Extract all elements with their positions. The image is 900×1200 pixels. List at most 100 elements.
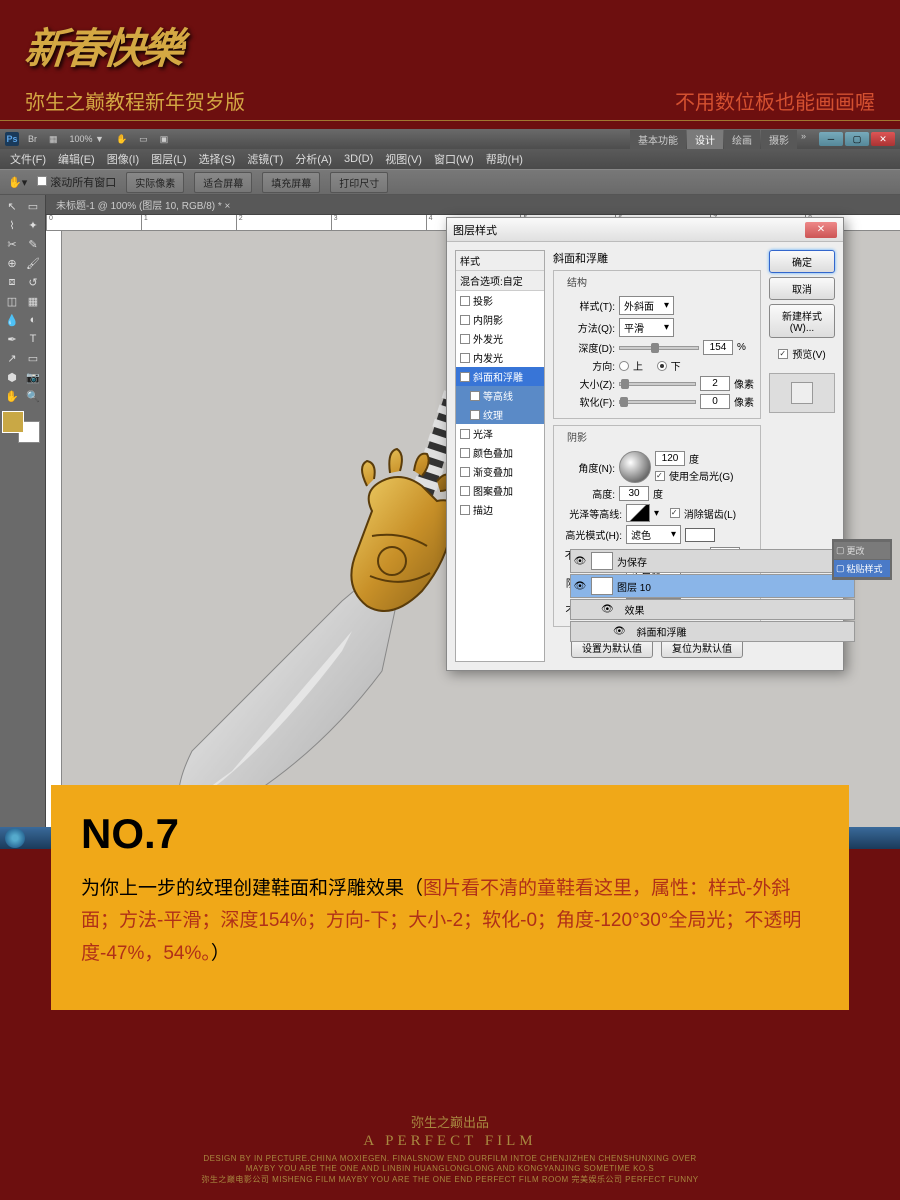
close-button[interactable]: ✕ <box>871 132 895 146</box>
workspace-more-icon[interactable]: » <box>798 130 809 149</box>
new-style-button[interactable]: 新建样式(W)... <box>769 304 835 338</box>
menu-image[interactable]: 图像(I) <box>102 149 144 169</box>
layer-row[interactable]: 👁为保存 <box>570 549 855 573</box>
menu-view[interactable]: 视图(V) <box>380 149 427 169</box>
depth-input[interactable]: 154 <box>703 340 733 355</box>
screen-icon[interactable]: ▣ <box>157 133 172 146</box>
style-satin[interactable]: 光泽 <box>456 424 544 443</box>
highlight-color[interactable] <box>685 528 715 542</box>
minimize-button[interactable]: ─ <box>819 132 843 146</box>
color-swatch[interactable] <box>2 411 40 443</box>
dialog-close-button[interactable]: ✕ <box>805 222 837 238</box>
depth-slider[interactable] <box>619 346 699 350</box>
menu-file[interactable]: 文件(F) <box>5 149 51 169</box>
history-item-selected[interactable]: ▢粘贴样式 <box>834 560 890 577</box>
hand-icon[interactable]: ✋ <box>113 133 130 146</box>
path-tool[interactable]: ↗ <box>2 349 22 367</box>
style-inner-shadow[interactable]: 内阴影 <box>456 310 544 329</box>
3d-camera-tool[interactable]: 📷 <box>23 368 43 386</box>
3d-tool[interactable]: ⬢ <box>2 368 22 386</box>
workspace-tab[interactable]: 绘画 <box>724 130 760 149</box>
gradient-tool[interactable]: ▦ <box>23 292 43 310</box>
hand-tool-icon[interactable]: ✋▾ <box>8 176 27 189</box>
styles-header[interactable]: 样式 <box>456 251 544 271</box>
mb-icon[interactable]: ▦ <box>46 133 61 146</box>
style-color-overlay[interactable]: 颜色叠加 <box>456 443 544 462</box>
shape-tool[interactable]: ▭ <box>23 349 43 367</box>
gloss-contour[interactable] <box>626 504 650 522</box>
style-gradient-overlay[interactable]: 渐变叠加 <box>456 462 544 481</box>
start-button[interactable] <box>5 828 25 848</box>
style-bevel-emboss[interactable]: 斜面和浮雕 <box>456 367 544 386</box>
antialias-checkbox[interactable] <box>670 508 680 518</box>
style-stroke[interactable]: 描边 <box>456 500 544 519</box>
hand-tool[interactable]: ✋ <box>2 387 22 405</box>
zoom-display[interactable]: 100% ▼ <box>67 133 107 145</box>
fill-screen-button[interactable]: 填充屏幕 <box>262 172 320 193</box>
document-tab[interactable]: 未标题-1 @ 100% (图层 10, RGB/8) * × <box>46 195 900 215</box>
view-icon[interactable]: ▭ <box>136 133 151 146</box>
menu-analysis[interactable]: 分析(A) <box>290 149 337 169</box>
style-pattern-overlay[interactable]: 图案叠加 <box>456 481 544 500</box>
altitude-input[interactable]: 30 <box>619 486 649 501</box>
menu-filter[interactable]: 滤镜(T) <box>242 149 288 169</box>
layer-row-selected[interactable]: 👁图层 10 <box>570 574 855 598</box>
scroll-all-checkbox[interactable]: 滚动所有窗口 <box>37 174 116 190</box>
menu-3d[interactable]: 3D(D) <box>339 151 378 167</box>
brush-tool[interactable]: 🖌 <box>23 254 43 272</box>
workspace-tab[interactable]: 设计 <box>687 130 723 149</box>
cancel-button[interactable]: 取消 <box>769 277 835 300</box>
size-input[interactable]: 2 <box>700 376 730 391</box>
soften-slider[interactable] <box>619 400 696 404</box>
type-tool[interactable]: T <box>23 330 43 348</box>
menu-help[interactable]: 帮助(H) <box>481 149 528 169</box>
style-texture[interactable]: 纹理 <box>456 405 544 424</box>
global-light-checkbox[interactable] <box>655 471 665 481</box>
dodge-tool[interactable]: ◐ <box>23 311 43 329</box>
highlight-mode-select[interactable]: 滤色▾ <box>626 525 681 544</box>
style-contour[interactable]: 等高线 <box>456 386 544 405</box>
layer-effect-bevel[interactable]: 👁 斜面和浮雕 <box>570 621 855 642</box>
wand-tool[interactable]: ✦ <box>23 216 43 234</box>
zoom-tool[interactable]: 🔍 <box>23 387 43 405</box>
style-drop-shadow[interactable]: 投影 <box>456 291 544 310</box>
actual-pixels-button[interactable]: 实际像素 <box>126 172 184 193</box>
menu-edit[interactable]: 编辑(E) <box>53 149 100 169</box>
dir-down-radio[interactable] <box>657 361 667 371</box>
style-outer-glow[interactable]: 外发光 <box>456 329 544 348</box>
style-select[interactable]: 外斜面▾ <box>619 296 674 315</box>
angle-dial[interactable] <box>619 451 651 483</box>
pen-tool[interactable]: ✒ <box>2 330 22 348</box>
blur-tool[interactable]: 💧 <box>2 311 22 329</box>
eraser-tool[interactable]: ◫ <box>2 292 22 310</box>
preview-checkbox[interactable] <box>778 349 788 359</box>
move-tool[interactable]: ↖ <box>2 197 22 215</box>
eyedropper-tool[interactable]: ✎ <box>23 235 43 253</box>
dialog-titlebar[interactable]: 图层样式 ✕ <box>447 218 843 242</box>
angle-input[interactable]: 120 <box>655 451 685 466</box>
healing-tool[interactable]: ⊕ <box>2 254 22 272</box>
print-size-button[interactable]: 打印尺寸 <box>330 172 388 193</box>
style-inner-glow[interactable]: 内发光 <box>456 348 544 367</box>
workspace-tab[interactable]: 基本功能 <box>630 130 686 149</box>
bridge-icon[interactable]: Br <box>25 133 40 145</box>
menu-select[interactable]: 选择(S) <box>194 149 241 169</box>
marquee-tool[interactable]: ▭ <box>23 197 43 215</box>
crop-tool[interactable]: ✂ <box>2 235 22 253</box>
menu-window[interactable]: 窗口(W) <box>429 149 479 169</box>
foreground-color[interactable] <box>2 411 24 433</box>
blend-options[interactable]: 混合选项:自定 <box>456 271 544 291</box>
dir-up-radio[interactable] <box>619 361 629 371</box>
soften-input[interactable]: 0 <box>700 394 730 409</box>
workspace-tab[interactable]: 摄影 <box>761 130 797 149</box>
layer-effects[interactable]: 👁 效果 <box>570 599 855 620</box>
lasso-tool[interactable]: ⌇ <box>2 216 22 234</box>
maximize-button[interactable]: ▢ <box>845 132 869 146</box>
fit-screen-button[interactable]: 适合屏幕 <box>194 172 252 193</box>
stamp-tool[interactable]: ⧈ <box>2 273 22 291</box>
history-item[interactable]: ▢更改 <box>834 542 890 559</box>
size-slider[interactable] <box>619 382 696 386</box>
menu-layer[interactable]: 图层(L) <box>146 149 191 169</box>
ok-button[interactable]: 确定 <box>769 250 835 273</box>
method-select[interactable]: 平滑▾ <box>619 318 674 337</box>
